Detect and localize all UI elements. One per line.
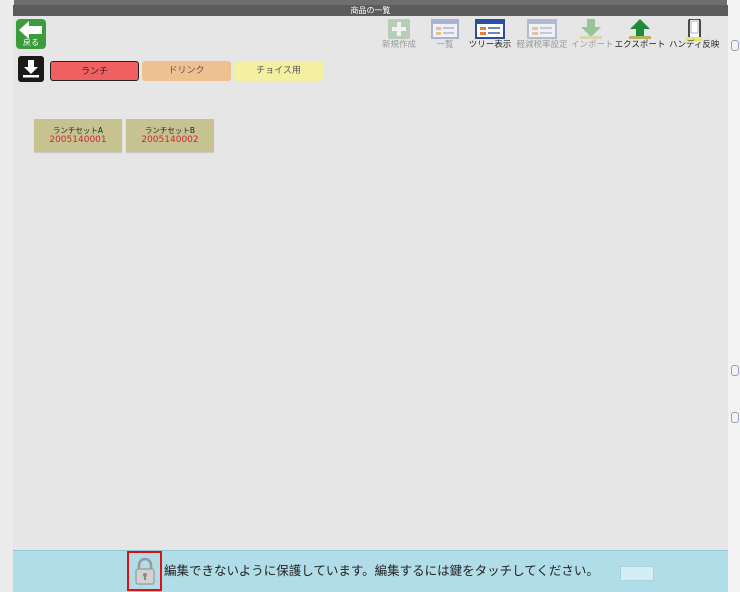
lock-bar: 編集できないように保護しています。編集するには鍵をタッチしてください。	[13, 550, 728, 592]
background-right	[727, 0, 740, 592]
product-name: ランチセットA	[52, 126, 104, 135]
export-arrow-icon	[629, 19, 651, 39]
handy-sync-button[interactable]: ハンディ反映	[669, 17, 719, 53]
download-icon	[23, 60, 39, 78]
bulk-edit-icon	[527, 19, 557, 39]
list-button[interactable]: 一覧	[425, 17, 465, 53]
list-button-label: 一覧	[436, 40, 454, 50]
download-button[interactable]	[18, 56, 44, 82]
background-mark	[731, 40, 739, 51]
tab-drink[interactable]: ドリンク	[142, 61, 231, 81]
tree-view-button[interactable]: ツリー表示	[467, 17, 513, 53]
back-button[interactable]: 戻る	[16, 19, 46, 49]
background-mark	[731, 365, 739, 376]
list-view-icon	[431, 19, 459, 39]
handy-sync-button-label: ハンディ反映	[669, 40, 720, 50]
import-button[interactable]: インポート	[571, 17, 614, 53]
background-mark	[731, 412, 739, 423]
tree-view-button-label: ツリー表示	[468, 40, 512, 50]
lock-message: 編集できないように保護しています。編集するには鍵をタッチしてください。	[164, 563, 599, 578]
bulk-edit-button-label: 軽減税率設定	[516, 40, 568, 50]
bulk-edit-button[interactable]: 軽減税率設定	[516, 17, 568, 53]
import-arrow-icon	[580, 19, 602, 39]
product-code: 2005140001	[49, 135, 107, 145]
tab-lunch[interactable]: ランチ	[50, 61, 139, 81]
new-button-label: 新規作成	[381, 40, 416, 50]
export-button-label: エクスポート	[614, 40, 666, 50]
lock-status-box	[620, 566, 654, 581]
product-item[interactable]: ランチセットB 2005140002	[126, 119, 214, 152]
product-item[interactable]: ランチセットA 2005140001	[34, 119, 122, 152]
new-button[interactable]: 新規作成	[377, 17, 421, 53]
import-button-label: インポート	[571, 40, 614, 50]
padlock-icon	[135, 557, 155, 585]
product-code: 2005140002	[141, 135, 199, 145]
back-button-label: 戻る	[23, 38, 39, 47]
lock-button[interactable]	[127, 551, 162, 591]
tab-choice[interactable]: チョイス用	[234, 61, 323, 81]
export-button[interactable]: エクスポート	[613, 17, 667, 53]
tree-view-icon	[475, 19, 505, 39]
product-name: ランチセットB	[144, 126, 196, 135]
product-list-window: 商品の一覧 戻る 新規作成 一覧 ツリー表示 軽減税率設定 インポート エクスポ…	[13, 5, 728, 592]
background-left	[0, 0, 14, 592]
plus-icon	[388, 19, 410, 39]
window-title: 商品の一覧	[13, 5, 728, 16]
